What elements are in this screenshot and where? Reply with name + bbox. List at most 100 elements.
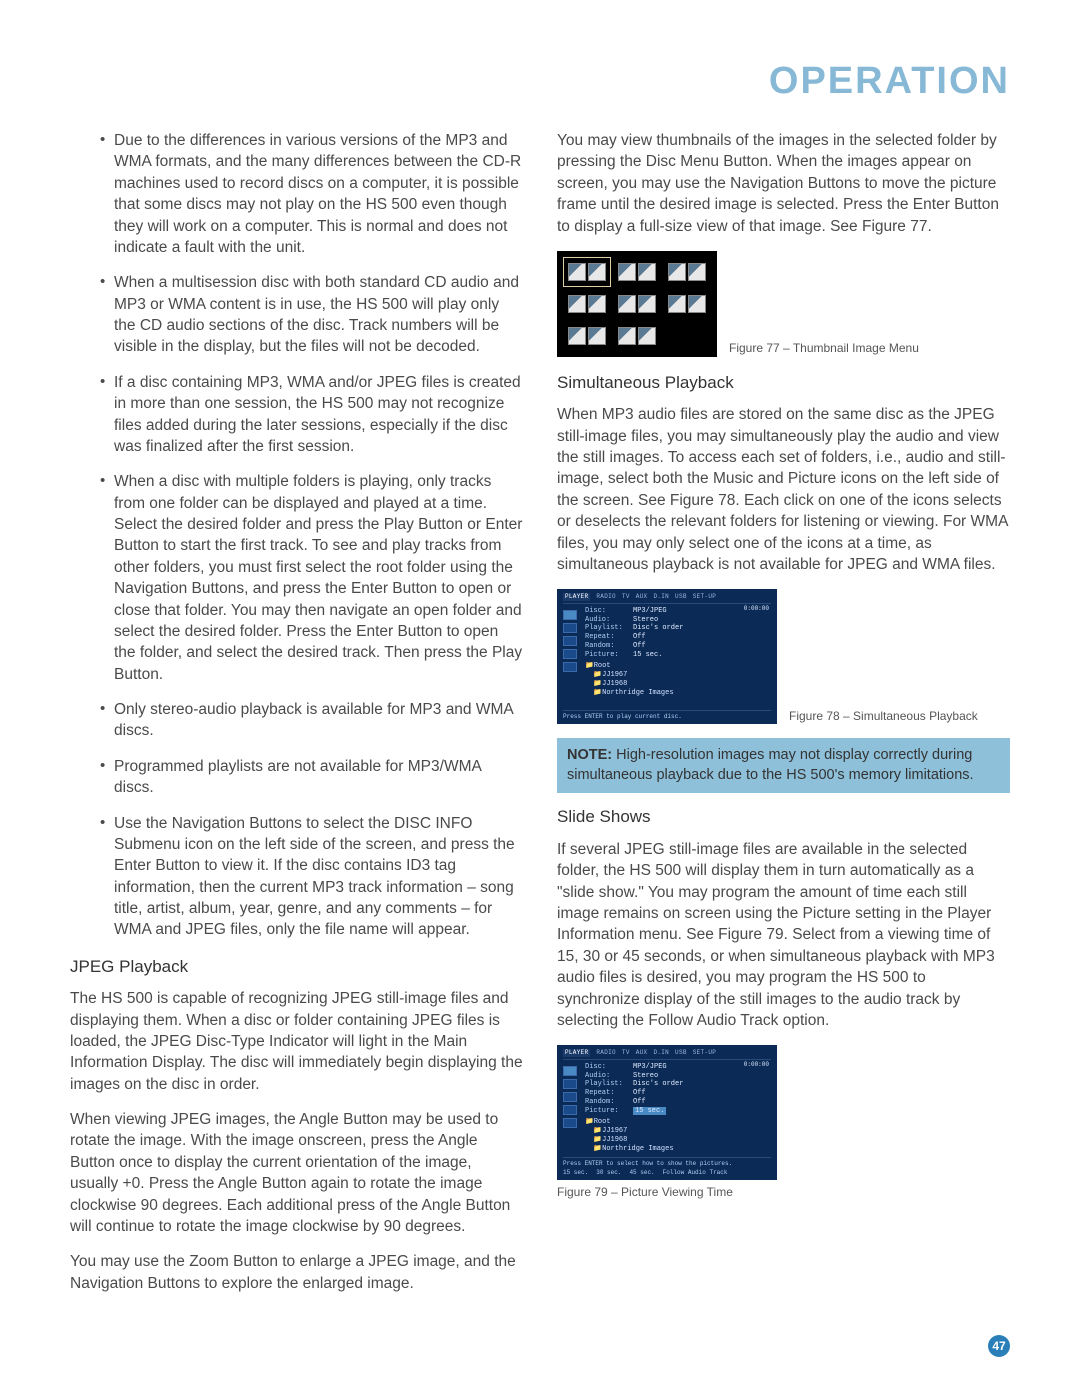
two-column-layout: Due to the differences in various versio… [70,130,1010,1308]
val-picture: 15 sec. [633,651,662,660]
tree-root: Root [594,1118,611,1127]
tab-aux: AUX [636,1049,648,1057]
figure-77-row: Figure 77 – Thumbnail Image Menu [557,251,1010,357]
opt-follow: Follow Audio Track [663,1169,728,1177]
program-icon [563,623,577,633]
opt-15: 15 sec. [563,1169,588,1177]
tree-item: JJ1967 [602,1127,627,1136]
figure-79-caption: Figure 79 – Picture Viewing Time [557,1184,733,1201]
screen-tabs: PLAYER RADIO TV AUX D.IN USB SET-UP [563,1049,771,1060]
heading-simultaneous-playback: Simultaneous Playback [557,371,1010,394]
bullet-item: Only stereo-audio playback is available … [100,699,523,742]
tab-aux: AUX [636,593,648,601]
thumbnail [565,323,609,349]
bullet-item: Due to the differences in various versio… [100,130,523,258]
tab-radio: RADIO [596,1049,616,1057]
val-repeat: Off [633,633,646,642]
bullet-item: Programmed playlists are not available f… [100,756,523,799]
disc-info-icon [563,636,577,646]
tab-player: PLAYER [563,593,590,601]
program-icon [563,1079,577,1089]
val-random: Off [633,1098,646,1107]
note-box: NOTE: High-resolution images may not dis… [557,738,1010,793]
tree-item: JJ1968 [602,1136,627,1145]
figure-77-caption: Figure 77 – Thumbnail Image Menu [729,340,919,357]
tab-usb: USB [675,1049,687,1057]
tree-item: JJ1968 [602,680,627,689]
screen-tabs: PLAYER RADIO TV AUX D.IN USB SET-UP [563,593,771,604]
val-disc: MP3/JPEG [633,1063,667,1072]
figure-78-caption: Figure 78 – Simultaneous Playback [789,708,978,725]
screen-footer: Press ENTER to select how to show the pi… [563,1157,771,1176]
page-number-badge: 47 [988,1335,1010,1357]
screen-time: 0:00:00 [744,1061,769,1069]
tab-din: D.IN [653,1049,669,1057]
tab-din: D.IN [653,593,669,601]
tree-item: Northridge Images [602,1145,673,1154]
bullet-item: When a disc with multiple folders is pla… [100,471,523,685]
bullet-item: If a disc containing MP3, WMA and/or JPE… [100,372,523,458]
footer-prompt: Press ENTER to select how to show the pi… [563,1160,771,1168]
music-icon [563,649,577,659]
tab-setup: SET-UP [693,593,716,601]
val-picture-highlight: 15 sec. [633,1107,666,1116]
opt-45: 45 sec. [629,1169,654,1177]
tab-setup: SET-UP [693,1049,716,1057]
paragraph: When MP3 audio files are stored on the s… [557,404,1010,575]
opt-30: 30 sec. [596,1169,621,1177]
figure-78-row: PLAYER RADIO TV AUX D.IN USB SET-UP 0:00… [557,589,1010,724]
val-playlist: Disc's order [633,624,683,633]
heading-jpeg-playback: JPEG Playback [70,955,523,978]
bullet-item: When a multisession disc with both stand… [100,272,523,358]
thumbnail [615,291,659,317]
thumbnail [565,291,609,317]
tree-item: JJ1967 [602,671,627,680]
tab-player: PLAYER [563,1049,590,1057]
val-audio: Stereo [633,1072,658,1081]
thumbnail [665,291,709,317]
paragraph: You may view thumbnails of the images in… [557,130,1010,237]
note-label: NOTE: [567,747,612,763]
figure-79-screen: PLAYER RADIO TV AUX D.IN USB SET-UP 0:00… [557,1045,777,1180]
val-random: Off [633,642,646,651]
val-playlist: Disc's order [633,1080,683,1089]
tab-usb: USB [675,593,687,601]
tree-item: Northridge Images [602,689,673,698]
picture-icon [563,1118,577,1128]
figure-77-thumbnail-menu [557,251,717,357]
music-icon [563,1105,577,1115]
info-icon [563,1066,577,1076]
tree-root: Root [594,662,611,671]
paragraph: When viewing JPEG images, the Angle Butt… [70,1109,523,1237]
screen-body: Disc:MP3/JPEG Audio:Stereo Playlist:Disc… [585,1063,771,1154]
left-column: Due to the differences in various versio… [70,130,523,1308]
screen-left-icons [563,607,585,698]
paragraph: If several JPEG still-image files are av… [557,839,1010,1031]
bullet-item: Use the Navigation Buttons to select the… [100,813,523,941]
section-header: OPERATION [769,60,1010,103]
manual-page: OPERATION Due to the differences in vari… [0,0,1080,1397]
figure-78-screen: PLAYER RADIO TV AUX D.IN USB SET-UP 0:00… [557,589,777,724]
paragraph: The HS 500 is capable of recognizing JPE… [70,988,523,1095]
screen-body: Disc:MP3/JPEG Audio:Stereo Playlist:Disc… [585,607,771,698]
picture-icon [563,662,577,672]
thumbnail [665,259,709,285]
thumbnail [615,323,659,349]
right-column: You may view thumbnails of the images in… [557,130,1010,1308]
val-disc: MP3/JPEG [633,607,667,616]
figure-79-row: PLAYER RADIO TV AUX D.IN USB SET-UP 0:00… [557,1045,1010,1201]
val-repeat: Off [633,1089,646,1098]
paragraph: You may use the Zoom Button to enlarge a… [70,1251,523,1294]
disc-info-icon [563,1092,577,1102]
tab-tv: TV [622,593,630,601]
screen-time: 0:00:00 [744,605,769,613]
thumbnail-selected [565,259,609,285]
screen-footer: Press ENTER to play current disc. [563,710,771,721]
note-text: High-resolution images may not display c… [567,747,974,783]
thumbnail [615,259,659,285]
tab-radio: RADIO [596,593,616,601]
info-icon [563,610,577,620]
screen-left-icons [563,1063,585,1154]
val-audio: Stereo [633,616,658,625]
bullet-list: Due to the differences in various versio… [70,130,523,941]
